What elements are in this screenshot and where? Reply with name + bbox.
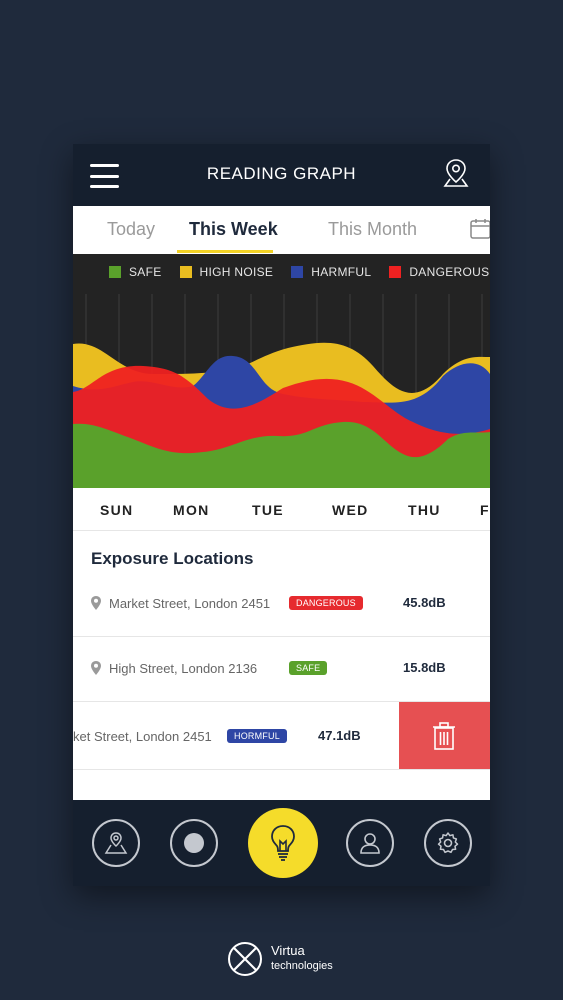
exposure-locations-title: Exposure Locations (91, 549, 254, 568)
period-tabs: Today This Week This Month (73, 206, 490, 254)
exposure-row-swiped[interactable]: ket Street, London 2451 HORMFUL 47.1dB (73, 702, 490, 770)
virtua-logo-icon (228, 942, 262, 976)
profile-icon (360, 833, 380, 854)
day-sun[interactable]: SUN (100, 502, 133, 518)
legend-label: SAFE (129, 265, 162, 279)
legend-high-noise[interactable]: HIGH NOISE (179, 265, 274, 279)
status-badge: DANGEROUS (289, 596, 363, 610)
day-thu[interactable]: THU (408, 502, 441, 518)
day-mon[interactable]: MON (173, 502, 210, 518)
exposure-row[interactable]: Market Street, London 2451 DANGEROUS 45.… (73, 572, 490, 637)
legend-safe[interactable]: SAFE (109, 265, 162, 279)
location-address: High Street, London 2136 (109, 661, 258, 676)
day-wed[interactable]: WED (332, 502, 369, 518)
tab-today[interactable]: Today (107, 219, 155, 240)
gear-icon (437, 832, 459, 854)
location-address: Market Street, London 2451 (109, 596, 271, 611)
lightbulb-icon (271, 825, 295, 861)
record-icon (184, 833, 204, 853)
nav-record-button[interactable] (170, 819, 218, 867)
legend-harmful[interactable]: HARMFUL (291, 265, 371, 279)
status-badge: HORMFUL (227, 729, 287, 743)
decibel-value: 45.8dB (403, 595, 446, 610)
nav-profile-button[interactable] (346, 819, 394, 867)
location-pin-icon[interactable] (442, 157, 470, 189)
legend-dangerous[interactable]: DANGEROUS (389, 265, 489, 279)
decibel-value: 15.8dB (403, 660, 446, 675)
nav-map-button[interactable] (92, 819, 140, 867)
calendar-icon[interactable] (470, 218, 490, 240)
legend-label: HARMFUL (311, 265, 372, 279)
noise-chart: SAFE HIGH NOISE HARMFUL DANGEROUS (73, 254, 490, 488)
day-axis: SUN MON TUE WED THU F (73, 488, 490, 531)
brand-subtitle: technologies (271, 960, 333, 972)
brand-logo: Virtua technologies (226, 940, 346, 980)
legend-label: DANGEROUS (409, 265, 490, 279)
active-tab-indicator (177, 250, 273, 253)
phone-screen: READING GRAPH Today This Week This Month (73, 144, 490, 886)
tab-this-month[interactable]: This Month (328, 219, 417, 240)
location-pin-icon (91, 596, 101, 610)
status-badge: SAFE (289, 661, 328, 675)
decibel-value: 47.1dB (318, 728, 361, 743)
nav-settings-button[interactable] (424, 819, 472, 867)
delete-button[interactable] (399, 702, 490, 769)
legend-label: HIGH NOISE (199, 265, 274, 279)
location-address: ket Street, London 2451 (73, 729, 212, 744)
page-title: READING GRAPH (206, 164, 357, 183)
map-icon (104, 832, 128, 854)
day-tue[interactable]: TUE (252, 502, 284, 518)
chart-legend: SAFE HIGH NOISE HARMFUL DANGEROUS (109, 265, 490, 281)
tab-this-week[interactable]: This Week (189, 219, 278, 240)
brand-name: Virtua (271, 943, 305, 958)
exposure-row[interactable]: High Street, London 2136 SAFE 15.8dB (73, 637, 490, 702)
noise-chart-svg (73, 294, 490, 488)
app-header: READING GRAPH (73, 144, 490, 206)
bottom-navigation (73, 800, 490, 886)
location-pin-icon (91, 661, 101, 675)
trash-icon (433, 722, 455, 750)
nav-tips-button[interactable] (248, 808, 318, 878)
day-fri[interactable]: F (480, 502, 490, 518)
